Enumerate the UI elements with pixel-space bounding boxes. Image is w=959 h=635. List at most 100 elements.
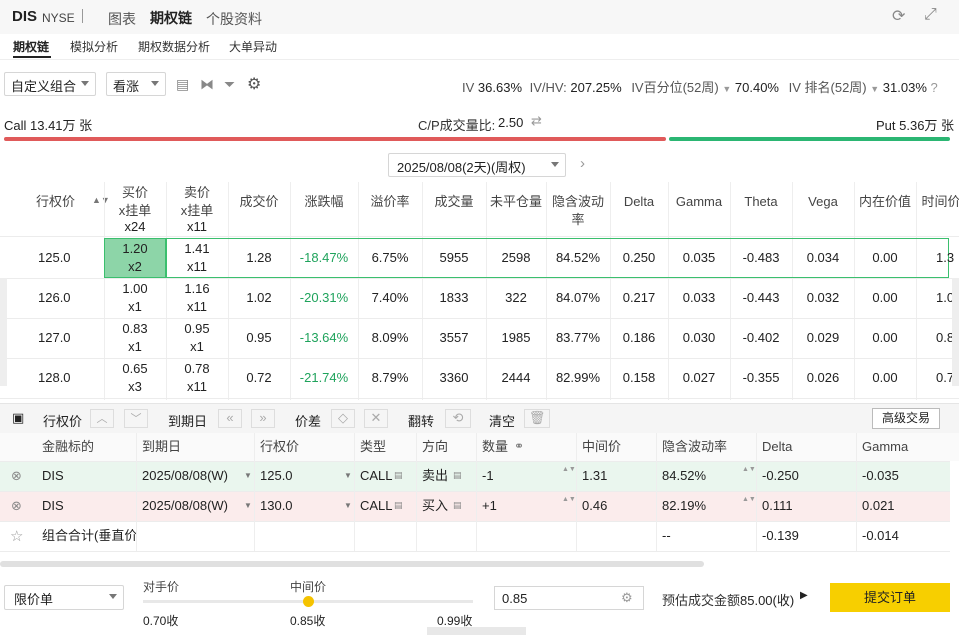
- subtab-simulation[interactable]: 模拟分析: [70, 38, 118, 55]
- column-header[interactable]: 成交价: [228, 193, 290, 211]
- put-volume-bar: [669, 137, 950, 141]
- subtab-chain[interactable]: 期权链: [13, 38, 49, 55]
- column-header[interactable]: Vega: [792, 193, 854, 211]
- expand-icon[interactable]: ◇: [331, 409, 355, 428]
- refresh-icon[interactable]: ⟳: [892, 6, 905, 26]
- intrinsic-cell: 0.00: [872, 250, 898, 265]
- leg-expiry[interactable]: 2025/08/08(W): [136, 492, 254, 520]
- leg-side: 卖出: [422, 468, 449, 483]
- collapse-icon[interactable]: ▣: [12, 410, 24, 426]
- stepper-icon[interactable]: ▲▼: [742, 495, 756, 505]
- price-slider-thumb[interactable]: [303, 596, 314, 607]
- ask-cell[interactable]: 1.16 x11: [166, 280, 228, 316]
- leg-qty[interactable]: -1: [476, 462, 576, 490]
- call-volume-bar: [4, 137, 666, 141]
- drawer-handle[interactable]: [427, 627, 526, 635]
- leg-gamma: -0.035: [862, 468, 899, 483]
- tab-profile[interactable]: 个股资料: [206, 9, 262, 29]
- submit-order-button[interactable]: 提交订单: [830, 583, 950, 612]
- subtab-big-orders[interactable]: 大单异动: [229, 38, 277, 55]
- subtab-option-data[interactable]: 期权数据分析: [138, 38, 210, 55]
- caret-down-icon[interactable]: ▼: [344, 471, 352, 480]
- bid-price: 1.20: [122, 241, 148, 256]
- ask-cell[interactable]: 1.41 x11: [166, 240, 228, 276]
- stepper-icon[interactable]: ▲▼: [562, 465, 576, 475]
- order-type-select[interactable]: 限价单: [4, 585, 124, 610]
- column-header[interactable]: 溢价率: [358, 193, 422, 211]
- bid-cell[interactable]: 0.83 x1: [104, 320, 166, 356]
- split-icon[interactable]: ⧓: [200, 76, 214, 93]
- stepper-icon[interactable]: ▲▼: [562, 495, 576, 505]
- horizontal-scrollbar[interactable]: [0, 561, 704, 567]
- column-header[interactable]: Delta: [610, 193, 668, 211]
- caret-down-icon[interactable]: ▼: [870, 84, 879, 94]
- chevron-right-icon[interactable]: ›: [580, 155, 585, 172]
- iv-rank-value: 31.03%: [882, 80, 927, 95]
- gear-icon[interactable]: ⚙: [247, 74, 261, 94]
- intrinsic-cell: 0.00: [872, 370, 898, 385]
- column-header[interactable]: 涨跌幅: [290, 193, 358, 211]
- expiry-select[interactable]: 2025/08/08(2天)(周权): [388, 153, 566, 177]
- caret-down-icon[interactable]: ▼: [722, 84, 731, 94]
- settings-icon[interactable]: ⚙: [621, 590, 633, 606]
- leg-qty[interactable]: +1: [476, 492, 576, 520]
- scroll-right-handle[interactable]: [952, 278, 959, 386]
- price-input[interactable]: 0.85 ⚙: [494, 586, 644, 610]
- sort-icon[interactable]: ▲▼: [92, 195, 110, 205]
- advanced-trade-button[interactable]: 高级交易: [872, 408, 940, 429]
- chevron-up-icon[interactable]: ︿: [90, 409, 114, 428]
- legs-column-header: 方向: [422, 439, 449, 454]
- help-icon[interactable]: ?: [931, 80, 938, 95]
- bid-cell[interactable]: 0.65 x3: [104, 360, 166, 396]
- leg-strike[interactable]: 130.0: [254, 492, 354, 520]
- caret-down-icon[interactable]: ▼: [244, 471, 252, 480]
- remove-icon[interactable]: ⊗: [11, 468, 22, 484]
- table-icon[interactable]: ▤: [176, 76, 189, 93]
- play-icon[interactable]: ▶: [800, 590, 808, 601]
- chevron-left-icon[interactable]: «: [218, 409, 242, 428]
- strike-cell[interactable]: 127.0: [4, 329, 104, 347]
- swap-icon[interactable]: ⇄: [531, 113, 542, 129]
- flip-icon[interactable]: ⟲: [445, 409, 471, 428]
- combo-select[interactable]: 自定义组合: [4, 72, 96, 96]
- direction-select[interactable]: 看涨: [106, 72, 166, 96]
- column-header[interactable]: 卖价 x挂单: [166, 184, 228, 220]
- iv-percentile-value: 70.40%: [734, 80, 779, 95]
- tab-chart[interactable]: 图表: [108, 9, 136, 29]
- column-header[interactable]: 时间价: [916, 193, 959, 211]
- caret-down-icon[interactable]: ▼: [244, 501, 252, 510]
- trash-icon[interactable]: 🗑: [524, 409, 550, 428]
- column-header[interactable]: 成交量: [422, 193, 486, 211]
- strike-cell[interactable]: 126.0: [4, 289, 104, 307]
- leg-strike[interactable]: 125.0: [254, 462, 354, 490]
- fullscreen-icon[interactable]: ⤢: [924, 6, 937, 24]
- strike-cell[interactable]: 125.0: [4, 249, 104, 267]
- column-header[interactable]: 行权价: [4, 193, 104, 211]
- tab-option-chain[interactable]: 期权链: [150, 8, 192, 28]
- link-icon[interactable]: ⚭: [514, 439, 524, 453]
- leg-expiry[interactable]: 2025/08/08(W): [136, 462, 254, 490]
- scroll-left-handle[interactable]: [0, 278, 7, 386]
- column-header[interactable]: 买价 x挂单: [104, 184, 166, 220]
- column-header[interactable]: 内在价值: [854, 193, 916, 211]
- caret-down-icon[interactable]: ▼: [344, 501, 352, 510]
- filter-icon[interactable]: ⏷: [224, 76, 235, 93]
- column-header[interactable]: Theta: [730, 193, 792, 211]
- ask-cell[interactable]: 0.78 x11: [166, 360, 228, 396]
- symbol-title: DIS: [12, 8, 38, 25]
- stepper-icon[interactable]: ▲▼: [742, 465, 756, 475]
- bid-cell[interactable]: 1.00 x1: [104, 280, 166, 316]
- chevron-down-icon[interactable]: ﹀: [124, 409, 148, 428]
- star-icon[interactable]: ☆: [10, 527, 23, 545]
- intrinsic-cell: 0.00: [872, 330, 898, 345]
- oi-cell: 322: [505, 290, 527, 305]
- chevron-right-icon[interactable]: »: [251, 409, 275, 428]
- ask-cell[interactable]: 0.95 x1: [166, 320, 228, 356]
- column-header[interactable]: 隐含波动率: [546, 193, 610, 229]
- remove-icon[interactable]: ⊗: [11, 498, 22, 514]
- column-header[interactable]: 未平仓量: [486, 193, 546, 211]
- close-icon[interactable]: ✕: [364, 409, 388, 428]
- strike-cell[interactable]: 128.0: [4, 369, 104, 387]
- column-header[interactable]: Gamma: [668, 193, 730, 211]
- bid-cell[interactable]: 1.20 x2: [104, 240, 166, 276]
